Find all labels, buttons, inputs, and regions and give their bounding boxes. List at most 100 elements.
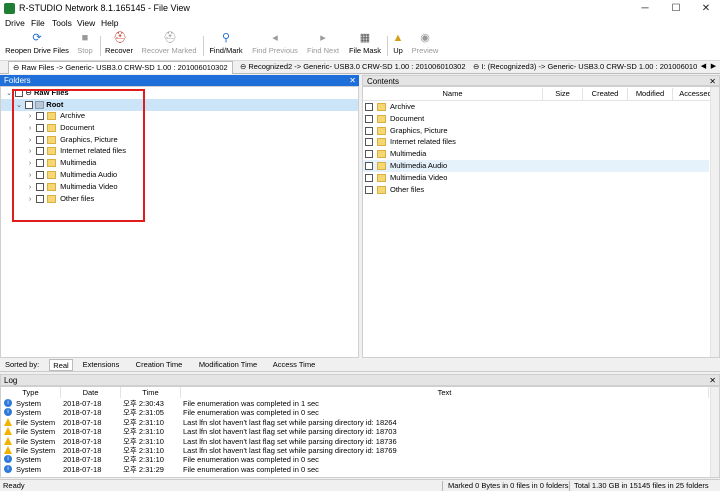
menu-help[interactable]: Help	[101, 18, 118, 28]
tab-raw-files[interactable]: ⊖ Raw Files -> Generic- USB3.0 CRW-SD 1.…	[8, 61, 233, 74]
list-item[interactable]: Internet related files	[363, 136, 709, 148]
tab-scroll-right-icon[interactable]: ▶	[709, 62, 718, 72]
log-type: File System	[16, 427, 56, 437]
status-separator	[442, 481, 443, 491]
warning-icon	[4, 436, 12, 445]
log-row[interactable]: File System 2018-07-18 오후 2:31:10 Last lfn …	[1, 436, 709, 446]
tab-recognized3[interactable]: ⊖ I: (Recognized3) -> Generic- USB3.0 CR…	[469, 61, 697, 74]
log-time: 오후 2:31:10	[123, 427, 164, 437]
list-item[interactable]: Other files	[363, 184, 709, 196]
log-table: Type Date Time Text i System 2018-07-18 오후 …	[0, 386, 720, 478]
checkbox[interactable]	[365, 138, 373, 147]
column-size[interactable]: Size	[543, 88, 583, 100]
folder-icon	[377, 103, 386, 112]
log-title: Log	[4, 376, 18, 385]
folder-icon	[377, 138, 386, 147]
tab-recognized2[interactable]: ⊖ Recognized2 -> Generic- USB3.0 CRW-SD …	[236, 61, 466, 74]
menu-view[interactable]: View	[77, 18, 95, 28]
contents-column-headers: Name Size Created Modified Accessed	[363, 87, 719, 101]
checkbox[interactable]	[365, 173, 373, 182]
contents-title: Contents	[367, 77, 400, 86]
log-date: 2018-07-18	[63, 408, 102, 418]
reopen-drive-files-button[interactable]: ⟳ Reopen Drive Files	[3, 33, 71, 60]
sort-tab-extensions[interactable]: Extensions	[77, 359, 125, 371]
sort-tab-creation-time[interactable]: Creation Time	[129, 359, 189, 371]
list-item-label: Multimedia	[390, 149, 427, 159]
log-type: System	[16, 464, 42, 474]
list-item-label: Archive	[390, 102, 416, 111]
column-name[interactable]: Name	[363, 88, 543, 100]
find-mark-button[interactable]: ⚲ Find/Mark	[206, 33, 246, 60]
folder-up-icon: ▲	[392, 32, 404, 44]
log-date: 2018-07-18	[63, 399, 102, 408]
log-time: 오후 2:31:05	[123, 408, 164, 418]
up-button[interactable]: ▲ Up	[390, 33, 406, 60]
maximize-button[interactable]: ☐	[661, 0, 691, 17]
list-item[interactable]: Multimedia Video	[363, 172, 709, 184]
checkbox[interactable]	[365, 126, 373, 135]
log-date: 2018-07-18	[63, 464, 102, 474]
list-item[interactable]: Multimedia	[363, 148, 709, 160]
log-row[interactable]: File System 2018-07-18 오후 2:31:10 Last lfn …	[1, 427, 709, 436]
close-window-button[interactable]: ✕	[691, 0, 720, 17]
close-pane-icon[interactable]: ✕	[709, 375, 716, 386]
content-rows: Archive Document Graphics, Picture Internet…	[363, 101, 709, 201]
column-modified[interactable]: Modified	[628, 88, 673, 100]
sort-tab-access-time[interactable]: Access Time	[267, 359, 321, 371]
file-mask-button[interactable]: ▦ File Mask	[345, 33, 385, 60]
log-time: 오후 2:31:10	[123, 446, 164, 455]
sort-tab-real[interactable]: Real	[49, 359, 73, 371]
close-pane-icon[interactable]: ✕	[349, 75, 356, 86]
find-previous-button[interactable]: ◂ Find Previous	[249, 33, 301, 60]
folder-icon	[377, 150, 386, 159]
list-item[interactable]: Graphics, Picture	[363, 125, 709, 137]
log-column-text[interactable]: Text	[181, 387, 709, 398]
sort-tab-modification-time[interactable]: Modification Time	[193, 359, 263, 371]
list-item-label: Other files	[390, 184, 425, 194]
log-text: Last lfn slot haven't last flag set whil…	[183, 436, 397, 446]
preview-button[interactable]: ◉ Preview	[409, 33, 441, 60]
log-row[interactable]: File System 2018-07-18 오후 2:31:10 Last lfn …	[1, 417, 709, 427]
recover-button[interactable]: ⛑ Recover	[103, 33, 135, 60]
folder-icon	[377, 126, 386, 135]
list-item[interactable]: Archive	[363, 101, 709, 113]
recover-marked-icon: ⛑	[163, 32, 177, 44]
log-row[interactable]: i System 2018-07-18 오후 2:30:43 File enumerat…	[1, 399, 709, 408]
log-row[interactable]: i System 2018-07-18 오후 2:31:05 File enumerat…	[1, 408, 709, 417]
log-rows: i System 2018-07-18 오후 2:30:43 File enumerat…	[1, 399, 709, 476]
menu-drive[interactable]: Drive	[5, 18, 25, 28]
checkbox[interactable]	[365, 150, 373, 159]
log-time: 오후 2:30:43	[123, 399, 164, 408]
status-total: Total 1.30 GB in 15145 files in 25 folde…	[574, 481, 709, 490]
checkbox[interactable]	[365, 185, 373, 194]
minimize-button[interactable]: ─	[630, 0, 660, 17]
vertical-scrollbar[interactable]	[710, 87, 719, 357]
toolbar: ⟳ Reopen Drive Files ■ Stop ⛑ Recover ⛑ …	[0, 31, 720, 61]
list-item-label: Graphics, Picture	[390, 125, 448, 135]
checkbox[interactable]	[365, 162, 373, 171]
log-column-time[interactable]: Time	[121, 387, 181, 398]
list-item[interactable]: Document	[363, 113, 709, 125]
recover-icon: ⛑	[113, 32, 127, 44]
find-previous-icon: ◂	[272, 32, 278, 44]
menu-tools[interactable]: Tools	[52, 18, 72, 28]
list-item[interactable]: Multimedia Audio	[363, 160, 709, 172]
tab-scroll-left-icon[interactable]: ◀	[699, 62, 708, 72]
find-next-button[interactable]: ▸ Find Next	[304, 33, 342, 60]
stop-button[interactable]: ■ Stop	[73, 33, 97, 60]
log-row[interactable]: i System 2018-07-18 오후 2:31:10 File enumerat…	[1, 455, 709, 464]
menu-file[interactable]: File	[31, 18, 45, 28]
list-item-label: Multimedia Video	[390, 172, 448, 182]
log-row[interactable]: i System 2018-07-18 오후 2:31:29 File enumerat…	[1, 464, 709, 474]
log-column-type[interactable]: Type	[1, 387, 61, 398]
recover-marked-button[interactable]: ⛑ Recover Marked	[138, 33, 200, 60]
folder-icon	[377, 173, 386, 182]
find-mark-icon: ⚲	[221, 32, 231, 44]
log-vertical-scrollbar[interactable]	[710, 387, 719, 477]
status-marked: Marked 0 Bytes in 0 files in 0 folders	[448, 481, 569, 490]
log-row[interactable]: File System 2018-07-18 오후 2:31:10 Last lfn …	[1, 446, 709, 455]
checkbox[interactable]	[365, 114, 373, 123]
log-column-date[interactable]: Date	[61, 387, 121, 398]
column-created[interactable]: Created	[583, 88, 628, 100]
checkbox[interactable]	[365, 103, 373, 112]
